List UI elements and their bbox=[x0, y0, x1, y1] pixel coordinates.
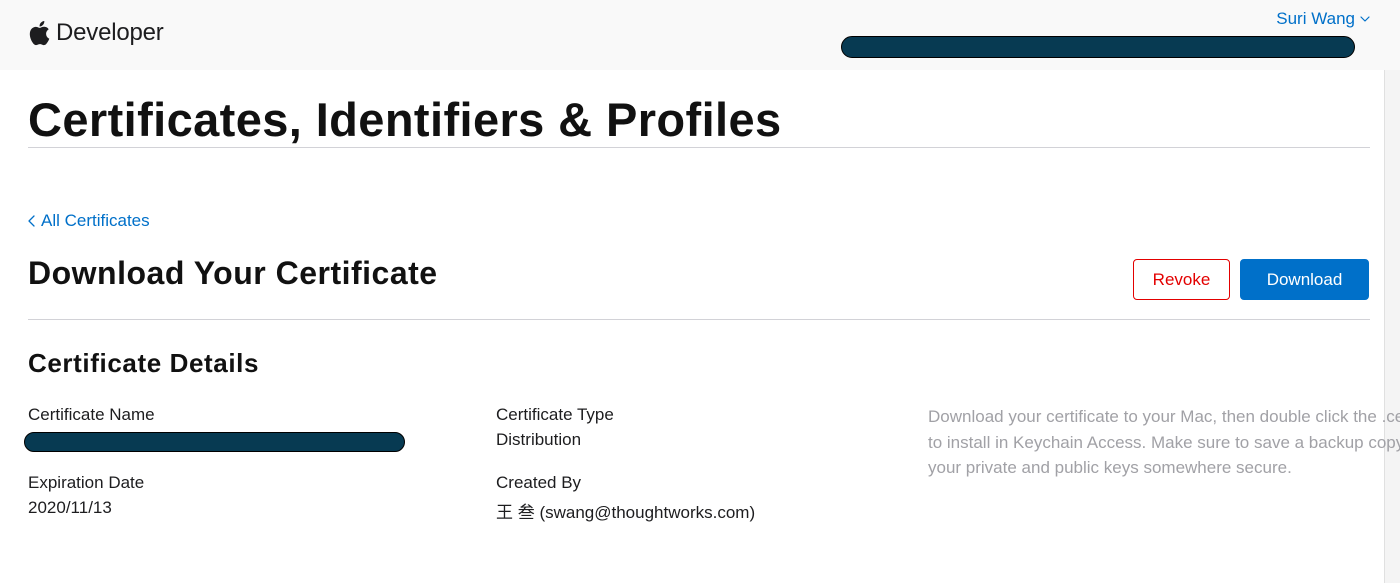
redacted-certificate-name bbox=[24, 432, 405, 452]
developer-logo[interactable]: Developer bbox=[28, 16, 164, 50]
details-heading: Certificate Details bbox=[28, 348, 260, 378]
help-text-box: Download your certificate to your Mac, t… bbox=[928, 404, 1400, 484]
revoke-button[interactable]: Revoke bbox=[1133, 259, 1230, 300]
user-name: Suri Wang bbox=[1276, 9, 1355, 28]
expiration-date-label: Expiration Date bbox=[28, 473, 145, 492]
account-menu[interactable]: Suri Wang bbox=[1276, 9, 1370, 29]
section-divider bbox=[28, 319, 1370, 320]
certificate-type-label: Certificate Type bbox=[496, 405, 614, 424]
title-divider bbox=[28, 147, 1370, 148]
redacted-team-name bbox=[841, 36, 1355, 58]
apple-logo-icon bbox=[29, 21, 50, 46]
created-by-value: 王 叁 (swang@thoughtworks.com) bbox=[496, 503, 756, 522]
chevron-down-icon bbox=[1360, 16, 1370, 22]
chevron-left-icon bbox=[28, 215, 35, 227]
back-link-label: All Certificates bbox=[41, 211, 150, 230]
brand-name: Developer bbox=[56, 19, 164, 46]
section-title: Download Your Certificate bbox=[28, 255, 438, 291]
back-link-all-certificates[interactable]: All Certificates bbox=[28, 211, 150, 231]
created-by-label: Created By bbox=[496, 473, 582, 492]
help-text: Download your certificate to your Mac, t… bbox=[928, 407, 1400, 477]
download-button[interactable]: Download bbox=[1240, 259, 1369, 300]
page-title: Certificates, Identifiers & Profiles bbox=[28, 93, 782, 146]
top-nav-bar: Developer Suri Wang bbox=[0, 0, 1400, 70]
certificate-name-label: Certificate Name bbox=[28, 405, 155, 424]
certificate-type-value: Distribution bbox=[496, 430, 582, 449]
expiration-date-value: 2020/11/13 bbox=[28, 498, 112, 517]
scrollbar[interactable] bbox=[1384, 70, 1400, 583]
